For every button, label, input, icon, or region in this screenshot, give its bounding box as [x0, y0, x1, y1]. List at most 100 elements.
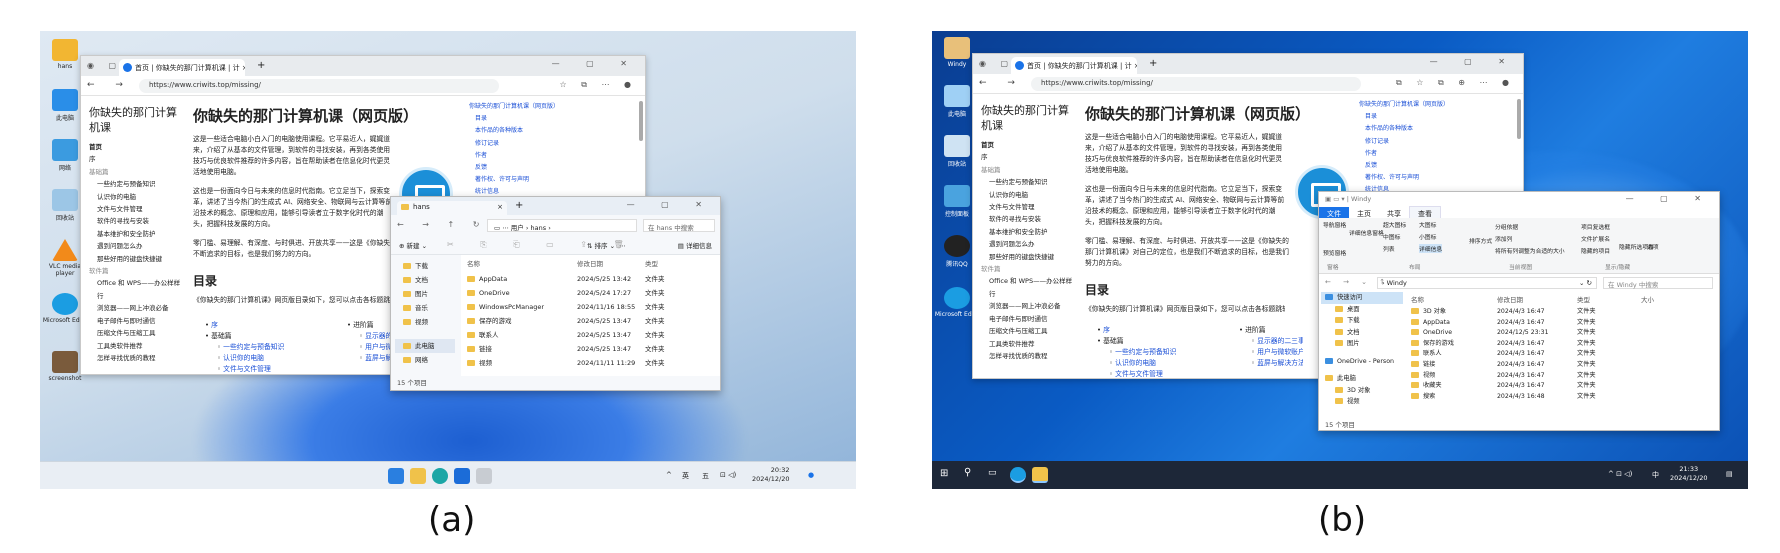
- ribbon-item[interactable]: 选项: [1647, 242, 1659, 251]
- toc-item[interactable]: ◦ 一些约定与预备知识: [199, 342, 339, 353]
- ribbon-item[interactable]: 项目复选框: [1581, 222, 1610, 231]
- nav-item[interactable]: 视频: [1321, 396, 1403, 408]
- ribbon-item[interactable]: 详细信息: [1419, 244, 1443, 253]
- ribbon-item[interactable]: 排序方式: [1469, 236, 1492, 245]
- search-icon[interactable]: ⚲: [964, 467, 971, 478]
- nav-item[interactable]: 此电脑: [1321, 373, 1403, 385]
- toc-link[interactable]: 显示器的二三事: [1257, 337, 1303, 345]
- toc-link[interactable]: 基础篇: [1103, 337, 1123, 345]
- sidebar-item[interactable]: 怎样寻找优质的教程: [981, 350, 1076, 362]
- tray-icons[interactable]: ^ ⊡ ◁): [1608, 470, 1632, 478]
- ime-indicator[interactable]: 中: [1652, 470, 1659, 480]
- table-row[interactable]: 链接 2024/5/25 13:47 文件夹: [467, 343, 665, 353]
- ribbon-item[interactable]: 超大图标: [1383, 220, 1406, 229]
- browser-profile-icon[interactable]: ◉ ▢: [979, 59, 1014, 68]
- sidebar-item[interactable]: 那些好用的键盘快捷键: [981, 251, 1076, 263]
- clock[interactable]: 21:33 2024/12/20: [1670, 465, 1707, 483]
- sidebar-item[interactable]: 压缩文件与压缩工具: [89, 327, 184, 339]
- sidebar-item[interactable]: 首页: [981, 139, 1076, 151]
- toc-link[interactable]: 一些约定与预备知识: [1115, 348, 1176, 356]
- toc-item[interactable]: • 基础篇: [199, 331, 339, 342]
- toc-link[interactable]: 文件与文件管理: [1115, 370, 1163, 378]
- sidebar-item[interactable]: 软件篇: [981, 263, 1076, 275]
- window-controls[interactable]: — ▢ ✕: [552, 59, 639, 68]
- sidebar-item[interactable]: 文件与文件管理: [981, 201, 1076, 213]
- table-row[interactable]: 搜索 2024/4/3 16:48 文件夹: [1411, 391, 1596, 400]
- sidebar-item[interactable]: Office 和 WPS——办公样样行: [89, 277, 184, 302]
- ribbon-item[interactable]: 文件扩展名: [1581, 234, 1610, 243]
- column-name[interactable]: 名称: [467, 258, 577, 268]
- edge-icon[interactable]: [1010, 467, 1026, 483]
- browser-toolbar-icons[interactable]: ⧉ ☆ ⧉ ⊕ ⋯ ●: [1396, 78, 1515, 88]
- nav-item[interactable]: 快速访问: [1321, 292, 1403, 304]
- table-row[interactable]: 保存的游戏 2024/5/25 13:47 文件夹: [467, 315, 665, 325]
- toc-link[interactable]: 一些约定与预备知识: [223, 343, 284, 351]
- edge-icon[interactable]: [432, 468, 448, 484]
- file-explorer-icon[interactable]: [1032, 467, 1048, 483]
- sidebar-item[interactable]: 文件与文件管理: [89, 203, 184, 215]
- table-row[interactable]: 联系人 2024/5/25 13:47 文件夹: [467, 329, 665, 339]
- table-row[interactable]: 视频 2024/4/3 16:47 文件夹: [1411, 370, 1596, 379]
- nav-item[interactable]: 图片: [1321, 338, 1403, 350]
- sidebar-item[interactable]: 一些约定与预备知识: [89, 178, 184, 190]
- page-toc-item[interactable]: 作者: [469, 150, 559, 162]
- page-toc-item[interactable]: 你缺失的那门计算机课（网页版）: [1359, 99, 1449, 111]
- nav-item[interactable]: 音乐: [395, 301, 455, 315]
- nav-item[interactable]: 下载: [1321, 315, 1403, 327]
- sidebar-item[interactable]: 序: [89, 153, 184, 165]
- column-date[interactable]: 修改日期: [1497, 294, 1577, 304]
- sidebar-item[interactable]: 认识你的电脑: [981, 189, 1076, 201]
- windows-start-icon[interactable]: ⊞: [940, 468, 948, 479]
- ribbon-item[interactable]: 导航窗格: [1323, 220, 1346, 229]
- toc-item[interactable]: • 基础篇: [1091, 336, 1231, 347]
- new-tab-button[interactable]: +: [1149, 58, 1157, 69]
- nav-item[interactable]: 文档: [395, 273, 455, 287]
- details-pane-button[interactable]: ▤ 详细信息: [678, 240, 712, 250]
- clock[interactable]: 20:32 2024/12/20: [752, 466, 789, 484]
- nav-item[interactable]: 桌面: [1321, 304, 1403, 316]
- sidebar-item[interactable]: 认识你的电脑: [89, 191, 184, 203]
- sidebar-item[interactable]: 首页: [89, 141, 184, 153]
- toc-link[interactable]: 序: [1103, 326, 1110, 334]
- url-input[interactable]: https://www.criwits.top/missing/: [1031, 77, 1361, 91]
- new-tab-button[interactable]: +: [515, 200, 523, 211]
- ribbon-item[interactable]: 详细信息窗格: [1349, 228, 1384, 237]
- network-volume-icons[interactable]: ⊡ ◁): [720, 471, 736, 479]
- table-row[interactable]: OneDrive 2024/5/24 17:27 文件夹: [467, 287, 665, 297]
- page-toc-item[interactable]: 著作权、许可与声明: [1359, 172, 1449, 184]
- page-toc-item[interactable]: 目录: [469, 113, 559, 125]
- sidebar-item[interactable]: 工具类软件推荐: [981, 338, 1076, 350]
- ribbon-item[interactable]: 添加列: [1495, 234, 1512, 243]
- browser-toolbar-icons[interactable]: ☆ ⧉ ⋯ ●: [560, 80, 638, 90]
- sidebar-item[interactable]: 遇到问题怎么办: [89, 240, 184, 252]
- browser-tab[interactable]: 首页 | 你缺失的那门计算机课 | 计 ×: [119, 59, 245, 76]
- page-toc-item[interactable]: 你缺失的那门计算机课（网页版）: [469, 101, 559, 113]
- sidebar-item[interactable]: Office 和 WPS——办公样样行: [981, 275, 1076, 300]
- toc-link[interactable]: 文件与文件管理: [223, 365, 271, 373]
- scrollbar[interactable]: [1517, 99, 1521, 139]
- page-toc-item[interactable]: 本作品的各种版本: [469, 125, 559, 137]
- sidebar-item[interactable]: 基本维护和安全防护: [981, 226, 1076, 238]
- ribbon-item[interactable]: 分组依据: [1495, 222, 1518, 231]
- column-type[interactable]: 类型: [1577, 294, 1641, 304]
- notification-icon[interactable]: ▤: [1726, 470, 1733, 478]
- toc-item[interactable]: ◦ 文件与文件管理: [199, 364, 339, 375]
- ime-mode-indicator[interactable]: 五: [702, 471, 709, 481]
- toc-link[interactable]: 认识你的电脑: [223, 354, 264, 362]
- toc-item[interactable]: • 进阶篇: [1233, 325, 1303, 336]
- table-row[interactable]: AppData 2024/5/25 13:42 文件夹: [467, 273, 665, 283]
- new-tab-button[interactable]: +: [257, 60, 265, 71]
- breadcrumb[interactable]: ▭ ⋯ 用户 › hans ›: [487, 219, 637, 232]
- nav-item[interactable]: 此电脑: [395, 339, 455, 353]
- window-controls[interactable]: — ▢ ✕: [1626, 194, 1713, 203]
- toc-item[interactable]: • 序: [199, 320, 339, 331]
- sidebar-item[interactable]: 压缩文件与压缩工具: [981, 325, 1076, 337]
- file-explorer-icon[interactable]: [410, 468, 426, 484]
- page-toc-item[interactable]: 修订记录: [469, 138, 559, 150]
- store-icon[interactable]: [454, 468, 470, 484]
- toc-item[interactable]: ◦ 认识你的电脑: [199, 353, 339, 364]
- nav-item[interactable]: 网络: [395, 353, 455, 367]
- nav-item[interactable]: 图片: [395, 287, 455, 301]
- sidebar-item[interactable]: 遇到问题怎么办: [981, 238, 1076, 250]
- ribbon-item[interactable]: 将所有列调整为合适的大小: [1495, 246, 1565, 255]
